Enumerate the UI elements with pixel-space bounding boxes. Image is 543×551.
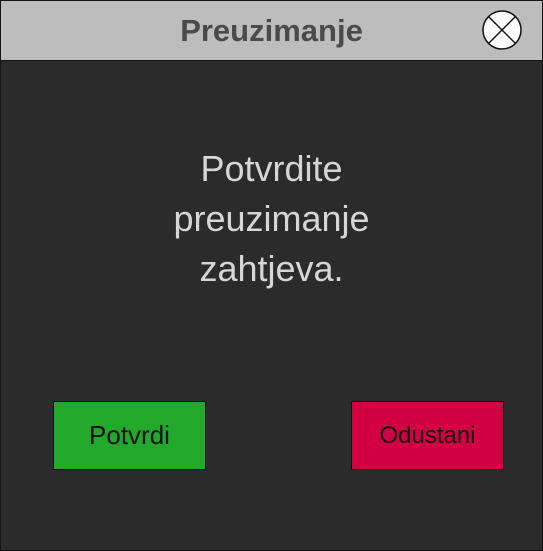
dialog-titlebar: Preuzimanje [1,1,542,61]
confirm-takeover-dialog: Preuzimanje Potvrdite preuzimanje zahtje… [0,0,543,551]
cancel-button-label: Odustani [379,421,476,449]
confirm-button-label: Potvrdi [89,420,170,450]
dialog-title: Preuzimanje [180,13,363,48]
cancel-button[interactable]: Odustani [351,401,504,470]
confirmation-message: Potvrdite preuzimanje zahtjeva. [173,148,370,289]
close-button[interactable] [482,10,522,50]
confirm-button[interactable]: Potvrdi [53,401,206,470]
close-icon [482,10,522,50]
